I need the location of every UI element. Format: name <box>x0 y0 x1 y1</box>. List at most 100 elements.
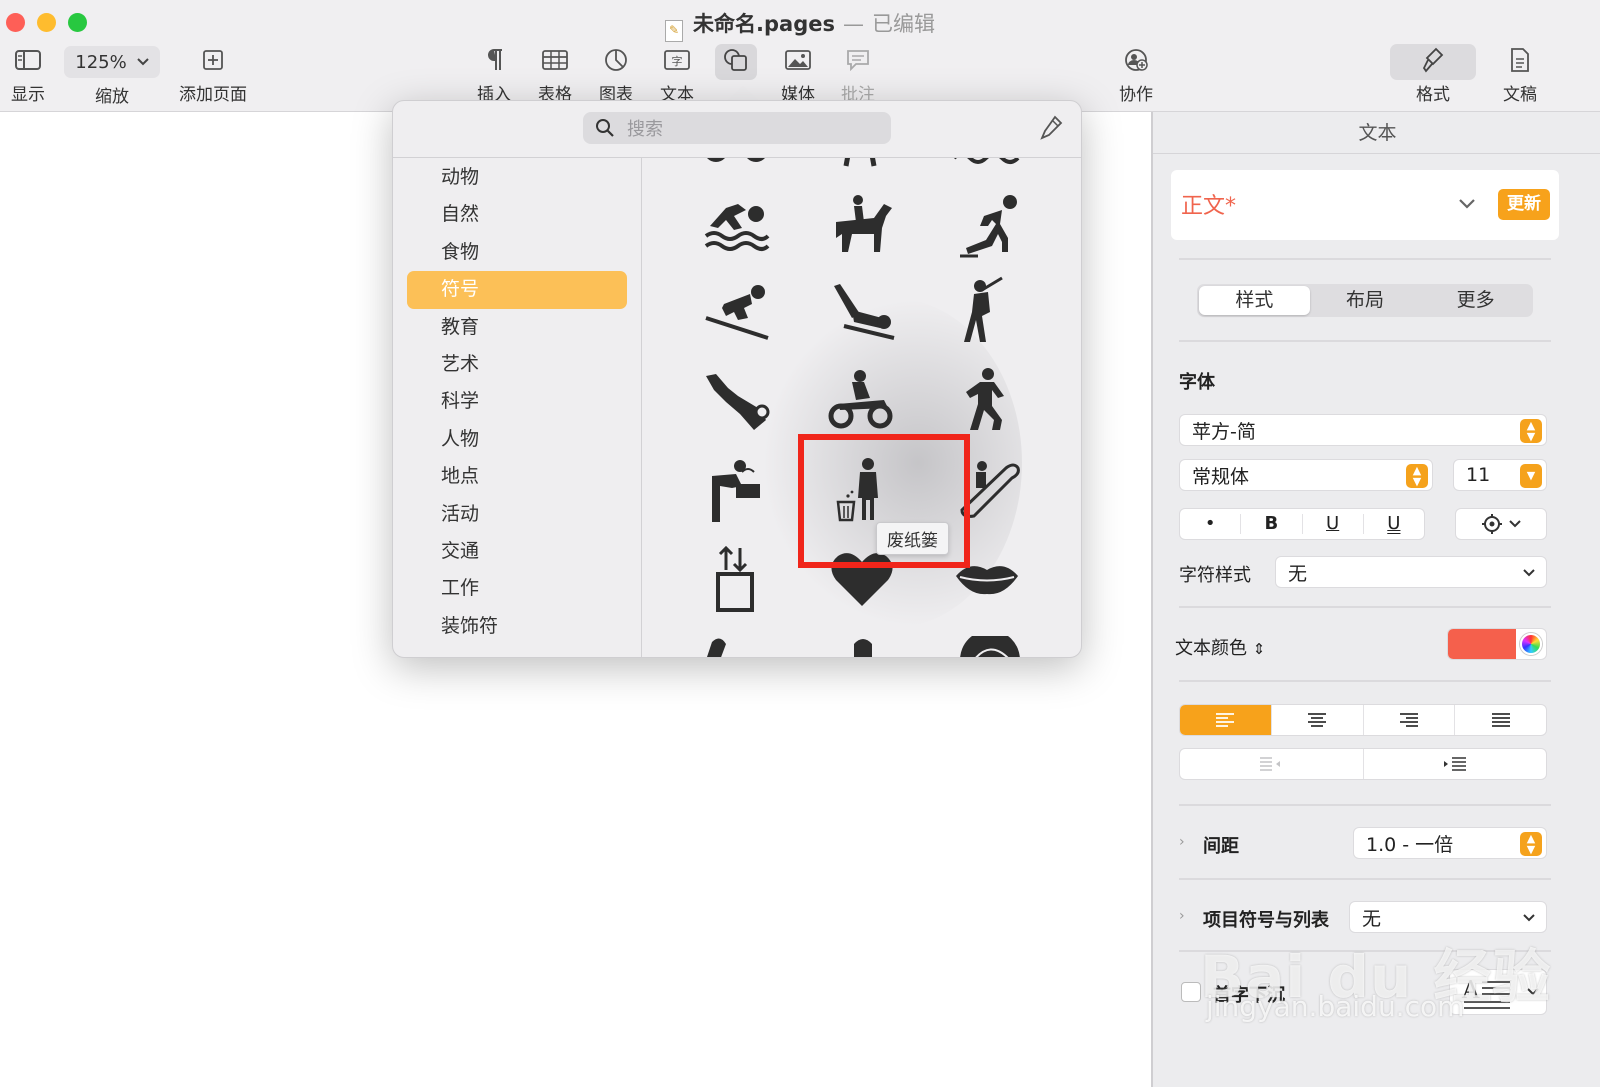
font-size-field[interactable]: 11 ▼ <box>1453 459 1547 491</box>
pie-chart-icon <box>594 42 638 78</box>
align-right-button[interactable] <box>1364 705 1456 735</box>
shape-tooltip: 废纸篓 <box>876 522 949 555</box>
tab-layout[interactable]: 布局 <box>1310 286 1421 315</box>
category-food[interactable]: 食物 <box>407 234 627 271</box>
indent-buttons <box>1179 748 1547 780</box>
text-color-label: 文本颜色 ⇕ <box>1175 634 1265 660</box>
add-page-button[interactable]: 添加页面 <box>176 42 250 105</box>
spacing-value: 1.0 - 一倍 <box>1366 833 1454 856</box>
partial-shape-icon[interactable] <box>846 636 880 658</box>
waves-shape-icon[interactable] <box>952 158 1020 168</box>
photo-icon <box>776 42 820 78</box>
popover-arrow <box>727 86 759 101</box>
category-work[interactable]: 工作 <box>407 570 627 607</box>
sledder-shape-icon[interactable] <box>830 282 896 340</box>
align-center-button[interactable] <box>1272 705 1364 735</box>
motorcycle-shape-icon[interactable] <box>828 368 894 430</box>
font-typeface-select[interactable]: 常规体 ▲ ▼ <box>1179 459 1433 491</box>
collaborate-button[interactable]: 协作 <box>1114 42 1158 105</box>
window-title: ✎ 未命名.pages — 已编辑 <box>0 8 1600 42</box>
format-button[interactable]: 格式 <box>1411 42 1455 105</box>
ball-shape-icon[interactable] <box>958 636 1022 658</box>
text-box-icon: 字 <box>655 42 699 78</box>
italic-button[interactable]: • <box>1180 514 1242 534</box>
table-button[interactable]: 表格 <box>533 42 577 105</box>
category-animals[interactable]: 动物 <box>407 159 627 196</box>
diver-shape-icon[interactable] <box>704 370 772 432</box>
alignment-buttons <box>1179 704 1547 736</box>
color-fill <box>1448 629 1516 659</box>
shape-search-input[interactable]: 搜索 <box>583 112 891 144</box>
updown-chevron-icon[interactable]: ⇕ <box>1253 640 1266 658</box>
color-wheel-icon[interactable] <box>1520 633 1542 655</box>
golfer-shape-icon[interactable] <box>962 276 1006 344</box>
chevron-right-icon[interactable]: › <box>1179 908 1185 924</box>
view-button[interactable]: 显示 <box>6 42 50 105</box>
strikethrough-button[interactable]: U <box>1364 514 1424 534</box>
insert-button[interactable]: 插入 <box>472 42 516 105</box>
skater-shape-icon[interactable] <box>956 194 1020 258</box>
skier-shape-icon[interactable] <box>704 282 772 340</box>
font-family-select[interactable]: 苹方-简 ▲ ▼ <box>1179 414 1547 446</box>
tab-style[interactable]: 样式 <box>1199 286 1310 315</box>
bullets-select[interactable]: 无 <box>1349 901 1547 933</box>
char-style-select[interactable]: 无 <box>1275 556 1547 588</box>
align-left-button[interactable] <box>1180 705 1272 735</box>
partial-shape-icon[interactable] <box>704 636 736 658</box>
svg-text:字: 字 <box>672 54 683 68</box>
category-transportation[interactable]: 交通 <box>407 533 627 570</box>
chevron-right-icon[interactable]: › <box>1179 834 1185 850</box>
category-education[interactable]: 教育 <box>407 309 627 346</box>
bold-button[interactable]: B <box>1241 514 1303 534</box>
search-icon <box>596 119 614 137</box>
spacing-label: 间距 <box>1203 836 1239 857</box>
drinking-fountain-shape-icon[interactable] <box>708 458 764 524</box>
font-family-value: 苹方-简 <box>1192 420 1256 443</box>
bullets-value: 无 <box>1362 907 1382 930</box>
increase-indent-button[interactable] <box>1364 749 1547 779</box>
tab-more[interactable]: 更多 <box>1420 286 1531 315</box>
comment-button[interactable]: 批注 <box>836 42 880 105</box>
paintbrush-icon <box>1411 42 1455 78</box>
media-button[interactable]: 媒体 <box>776 42 820 105</box>
shape-grid <box>642 158 1081 658</box>
font-section-label: 字体 <box>1179 372 1215 393</box>
text-box-button[interactable]: 字 文本 <box>655 42 699 105</box>
category-arts[interactable]: 艺术 <box>407 346 627 383</box>
chart-button[interactable]: 图表 <box>594 42 638 105</box>
category-nature[interactable]: 自然 <box>407 196 627 233</box>
chevron-down-icon <box>1523 569 1535 577</box>
char-style-value: 无 <box>1288 562 1308 585</box>
zoom-select[interactable]: 125% <box>64 46 160 78</box>
update-style-button[interactable]: 更新 <box>1498 189 1550 220</box>
category-symbols[interactable]: 符号 <box>407 271 627 309</box>
pen-icon[interactable] <box>1039 115 1063 141</box>
swimmer-shape-icon[interactable] <box>704 196 770 254</box>
category-science[interactable]: 科学 <box>407 383 627 420</box>
category-ornaments[interactable]: 装饰符 <box>407 608 627 645</box>
justify-button[interactable] <box>1455 705 1546 735</box>
category-places[interactable]: 地点 <box>407 458 627 495</box>
category-people[interactable]: 人物 <box>407 421 627 458</box>
category-activities[interactable]: 活动 <box>407 496 627 533</box>
chevron-down-icon[interactable] <box>1458 198 1476 210</box>
text-options-button[interactable] <box>1455 508 1547 540</box>
text-color-well[interactable] <box>1447 628 1547 660</box>
up-down-box-shape-icon[interactable] <box>716 546 756 612</box>
edit-status: 已编辑 <box>871 12 935 36</box>
paragraph-style-card[interactable]: 正文* 更新 <box>1171 170 1559 240</box>
zoom-value: 125% <box>75 51 127 73</box>
bicycle-shape-icon[interactable] <box>702 158 770 168</box>
document-icon: ✎ <box>665 20 684 42</box>
zoom-label-wrap: 缩放 <box>88 82 136 107</box>
horse-rider-shape-icon[interactable] <box>830 194 894 256</box>
runner-shape-icon[interactable] <box>960 368 1010 432</box>
person-legs-shape-icon[interactable] <box>842 158 878 168</box>
align-left-icon <box>1216 713 1235 727</box>
document-button[interactable]: 文稿 <box>1498 42 1542 105</box>
dropcap-checkbox[interactable] <box>1181 982 1201 1002</box>
underline-button[interactable]: U <box>1303 514 1364 534</box>
increase-indent-icon <box>1443 757 1466 771</box>
decrease-indent-button[interactable] <box>1180 749 1364 779</box>
spacing-select[interactable]: 1.0 - 一倍 ▲ ▼ <box>1353 827 1547 859</box>
